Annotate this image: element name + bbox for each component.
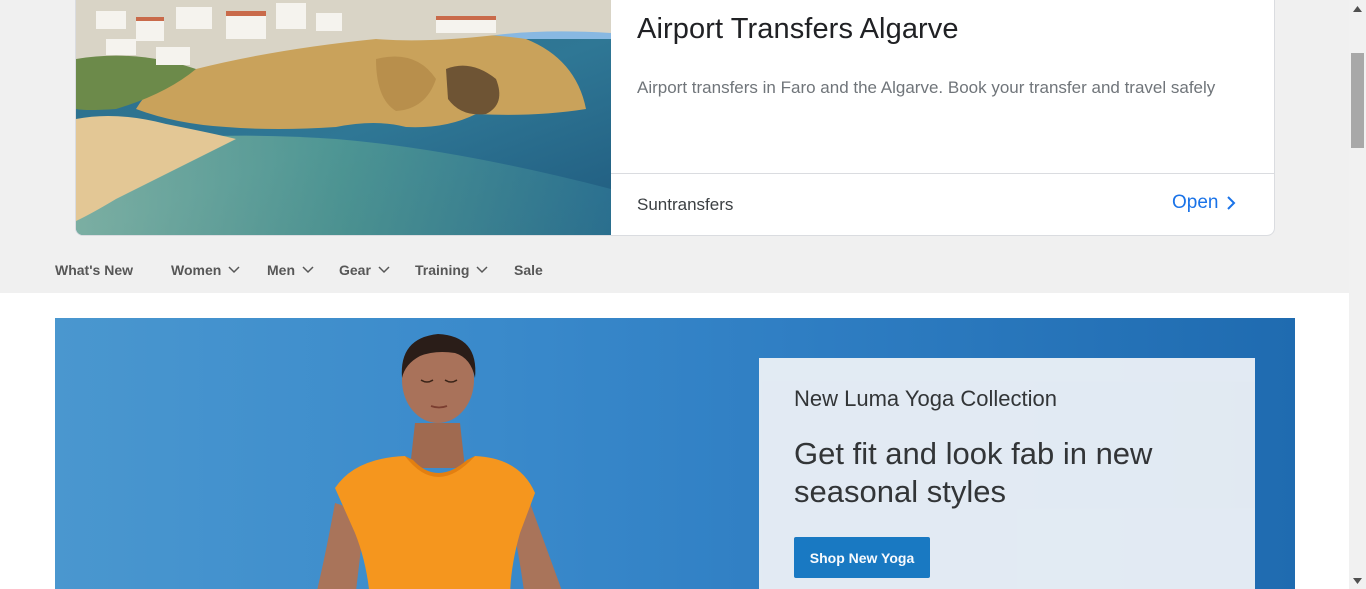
nav-item-label: Women — [171, 262, 222, 278]
hero-eyebrow: New Luma Yoga Collection — [794, 386, 1057, 411]
chevron-down-icon — [378, 266, 390, 274]
nav-item-label: Gear — [339, 262, 371, 278]
chevron-right-icon — [1227, 196, 1236, 210]
ad-image-coastline[interactable] — [76, 0, 611, 235]
ad-advertiser-name: Suntransfers — [637, 195, 734, 214]
chevron-down-icon — [302, 266, 314, 274]
nav-item-label: Sale — [514, 262, 543, 278]
scroll-down-arrow-icon[interactable] — [1349, 572, 1366, 589]
shop-new-yoga-button[interactable]: Shop New Yoga — [794, 537, 930, 578]
ad-open-button[interactable]: Open — [1172, 192, 1236, 214]
nav-item-women[interactable]: Women — [171, 262, 267, 278]
nav-item-training[interactable]: Training — [415, 262, 514, 278]
chevron-down-icon — [476, 266, 488, 274]
nav-item-whats-new[interactable]: What's New — [55, 262, 171, 278]
nav-item-men[interactable]: Men — [267, 262, 339, 278]
nav-item-label: Training — [415, 262, 470, 278]
ad-divider — [611, 173, 1274, 174]
ad-open-label: Open — [1172, 192, 1219, 213]
ad-card[interactable]: Airport Transfers Algarve Airport transf… — [75, 0, 1275, 236]
nav-item-sale[interactable]: Sale — [514, 262, 543, 278]
scrollbar-thumb[interactable] — [1351, 53, 1364, 148]
ad-title[interactable]: Airport Transfers Algarve — [637, 13, 959, 46]
scroll-up-arrow-icon[interactable] — [1349, 0, 1366, 17]
nav-item-label: Men — [267, 262, 295, 278]
vertical-scrollbar[interactable] — [1349, 0, 1366, 589]
hero-headline: Get fit and look fab in new seasonal sty… — [794, 436, 1153, 509]
nav-item-gear[interactable]: Gear — [339, 262, 415, 278]
ad-description: Airport transfers in Faro and the Algarv… — [637, 78, 1216, 97]
nav-item-label: What's New — [55, 262, 134, 278]
hero-model-image — [317, 334, 562, 589]
chevron-down-icon — [228, 266, 240, 274]
hero-content-panel: New Luma Yoga Collection Get fit and loo… — [759, 358, 1255, 589]
hero-banner[interactable]: New Luma Yoga Collection Get fit and loo… — [55, 318, 1295, 589]
main-nav: What's New Women Men Gear Training Sale — [55, 260, 543, 280]
